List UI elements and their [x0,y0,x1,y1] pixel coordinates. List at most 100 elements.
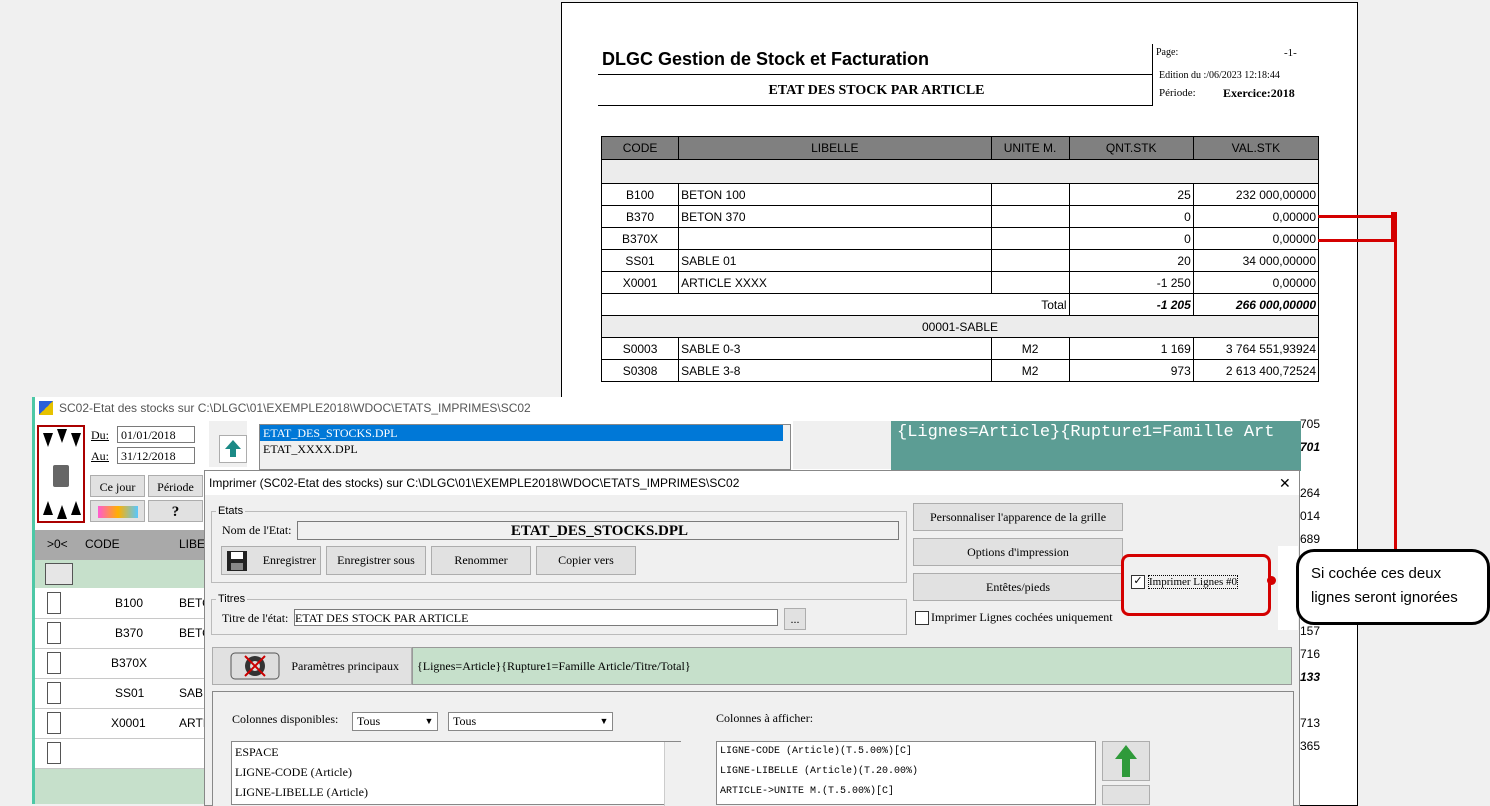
options-impression-button[interactable]: Options d'impression [913,538,1123,566]
imprimer-cochees-label[interactable]: Imprimer Lignes cochées uniquement [931,610,1113,625]
list-item[interactable]: ETAT_DES_STOCKS.DPL [260,425,783,441]
category-select[interactable]: Tous ▼ [352,712,438,731]
row-checkbox[interactable] [47,622,61,644]
table-row[interactable]: B370X [35,649,210,679]
edition-date: Edition du :/06/2023 12:18:44 [1159,70,1280,81]
move-up-button[interactable] [1102,741,1150,781]
highlight-box [1121,554,1271,616]
move-down-button[interactable] [1102,785,1150,805]
copier-vers-button[interactable]: Copier vers [536,546,636,575]
row-checkbox[interactable] [47,742,61,764]
grid-header-libelle[interactable]: LIBE [179,530,205,558]
grid-header-code[interactable]: CODE [85,530,120,558]
row-checkbox[interactable] [47,682,61,704]
enregistrer-sous-button[interactable]: Enregistrer sous [326,546,426,575]
titre-etat-input[interactable]: ETAT DES STOCK PAR ARTICLE [294,609,778,626]
col-header-code: CODE [600,136,680,160]
group-row: 00001-SABLE [601,315,1319,338]
table-row[interactable]: X0001 ARTI [35,709,210,739]
row-checkbox[interactable] [47,592,61,614]
imprimer-cochees-checkbox[interactable] [915,611,929,625]
callout-text-1: Si cochée ces deux [1311,565,1442,582]
report-title: DLGC Gestion de Stock et Facturation [602,49,930,69]
table-row: X0001 ARTICLE XXXX -1 250 0,00000 [600,271,1320,294]
callout-line [1318,239,1394,242]
table-row[interactable]: B100 BETO [35,589,211,619]
col-header-qnt: QNT.STK [1068,136,1194,160]
row-checkbox[interactable] [47,712,61,734]
list-item[interactable]: ARTICLE->UNITE M.(T.5.00%)[C] [717,782,1095,802]
scrollbar[interactable] [664,742,681,806]
table-row: S0308 SABLE 3-8 M2 973 2 613 400,72524 [600,359,1320,382]
enregistrer-button[interactable]: Enregistrer [221,546,321,575]
subcategory-select[interactable]: Tous ▼ [448,712,613,731]
table-row: B100 BETON 100 25 232 000,00000 [600,183,1320,206]
colonnes-afficher-list[interactable]: LIGNE-CODE (Article)(T.5.00%)[C] LIGNE-L… [716,741,1096,805]
parametres-principaux-button[interactable]: Paramètres principaux [212,647,412,685]
browse-button[interactable]: ... [784,608,806,630]
page-label: Page: [1156,47,1179,58]
stock-table: CODE LIBELLE UNITE M. QNT.STK VAL.STK B1… [600,136,1320,382]
col-header-libelle: LIBELLE [678,136,992,160]
list-item[interactable]: ETAT_XXXX.DPL [260,441,790,457]
du-label: Du: [91,428,109,442]
renommer-button[interactable]: Renommer [431,546,531,575]
periode-label: Période: [1159,87,1196,99]
titre-etat-label: Titre de l'état: [222,611,289,625]
table-row-blank [601,159,1319,184]
chevron-down-icon: ▼ [424,716,434,726]
colonnes-afficher-label: Colonnes à afficher: [716,711,814,725]
dialog-titlebar: Imprimer (SC02-Etat des stocks) sur C:\D… [205,471,1299,495]
table-row[interactable]: SS01 SAB [35,679,210,709]
navigation-pad[interactable] [37,425,85,523]
du-date-input[interactable]: 01/01/2018 [117,426,195,443]
print-dialog: Imprimer (SC02-Etat des stocks) sur C:\D… [204,470,1300,806]
sc02-titlebar: SC02-Etat des stocks sur C:\DLGC\01\EXEM… [35,397,805,419]
entetes-pieds-button[interactable]: Entêtes/pieds [913,573,1123,601]
grid-header: >0< CODE LIBE [35,530,210,560]
table-header-row: CODE LIBELLE UNITE M. QNT.STK VAL.STK [600,136,1320,160]
help-button[interactable]: ? [148,500,203,522]
callout-dot [1267,576,1276,585]
grid-header-check[interactable]: >0< [47,530,68,558]
table-row: SS01 SABLE 01 20 34 000,00000 [600,249,1320,272]
color-palette-icon [97,506,138,518]
parametres-value: {Lignes=Article}{Rupture1=Famille Articl… [412,647,1292,685]
upload-button[interactable] [219,435,247,463]
callout-text-2: lignes seront ignorées [1311,589,1458,606]
au-date-input[interactable]: 31/12/2018 [117,447,195,464]
params-summary-panel: {Lignes=Article}{Rupture1=Famille Art [891,421,1301,471]
color-button[interactable] [90,500,145,522]
col-header-val: VAL.STK [1192,136,1320,160]
grid-filter-row [35,560,210,588]
personnaliser-grille-button[interactable]: Personnaliser l'apparence de la grille [913,503,1123,531]
gear-icon [230,652,280,680]
table-row[interactable] [35,739,210,769]
filter-checkbox[interactable] [45,563,73,585]
periode-button[interactable]: Période [148,475,203,497]
colonnes-disponibles-list[interactable]: ESPACE LIGNE-CODE (Article) LIGNE-LIBELL… [231,741,681,806]
green-arrow-up-icon [1115,745,1137,777]
total-row: Total -1 205 266 000,00000 [601,293,1320,316]
upload-area [209,421,247,467]
navigation-arrows-icon [43,429,81,519]
table-row: B370X 0 0,00000 [600,227,1320,250]
list-item[interactable]: LIGNE-LIBELLE (Article) [232,782,680,802]
table-row: B370 BETON 370 0 0,00000 [600,205,1320,228]
ce-jour-button[interactable]: Ce jour [90,475,145,497]
arrow-up-icon [225,440,241,457]
list-item[interactable]: LIGNE-CODE (Article)(T.5.00%)[C] [717,742,1095,762]
table-row[interactable]: B370 BETO [35,619,211,649]
list-item[interactable]: ESPACE [232,742,680,762]
periode-value: Exercice:2018 [1223,86,1295,100]
etats-legend: Etats [218,505,244,517]
row-checkbox[interactable] [47,652,61,674]
table-row: S0003 SABLE 0-3 M2 1 169 3 764 551,93924 [600,337,1320,360]
list-item[interactable]: LIGNE-CODE (Article) [232,762,680,782]
nom-etat-field[interactable]: ETAT_DES_STOCKS.DPL [297,521,899,540]
annotation-callout: Si cochée ces deux lignes seront ignorée… [1296,549,1490,625]
close-icon[interactable]: ✕ [1279,471,1291,495]
report-files-list[interactable]: ETAT_DES_STOCKS.DPL ETAT_XXXX.DPL [259,424,791,470]
col-header-unite: UNITE M. [990,136,1070,160]
list-item[interactable]: LIGNE-LIBELLE (Article)(T.20.00%) [717,762,1095,782]
